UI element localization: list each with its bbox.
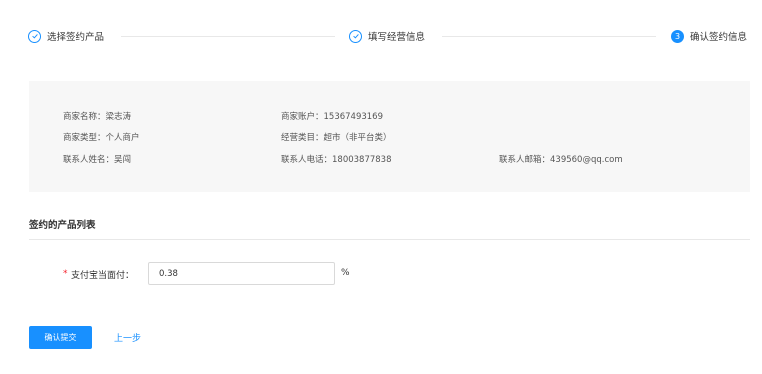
merchant-account: 商家账户：15367493169 — [281, 112, 384, 122]
required-mark: * — [63, 269, 68, 279]
step-label: 填写经营信息 — [368, 32, 426, 43]
step-connector — [442, 36, 656, 37]
rate-unit: % — [341, 268, 350, 278]
step-label: 确认签约信息 — [690, 32, 748, 43]
step-connector — [121, 36, 335, 37]
step-label: 选择签约产品 — [47, 32, 105, 43]
contact-email: 联系人邮箱：439560@qq.com — [499, 155, 623, 165]
rate-input[interactable] — [148, 262, 335, 285]
steps-bar: 选择签约产品 填写经营信息 3 确认签约信息 — [0, 0, 762, 72]
business-category: 经营类目：超市（非平台类） — [281, 133, 392, 143]
confirm-submit-button[interactable]: 确认提交 — [29, 326, 92, 349]
section-title: 签约的产品列表 — [29, 220, 96, 231]
check-icon — [349, 29, 362, 43]
merchant-name: 商家名称：梁志涛 — [63, 112, 132, 122]
previous-step-link[interactable]: 上一步 — [114, 331, 141, 344]
contact-phone: 联系人电话：18003877838 — [281, 155, 392, 165]
merchant-type: 商家类型：个人商户 — [63, 133, 140, 143]
step-business-info: 填写经营信息 — [349, 28, 425, 44]
section-divider — [29, 239, 750, 240]
check-icon — [28, 29, 41, 43]
step-confirm-info: 3 确认签约信息 — [671, 28, 747, 44]
merchant-info-panel: 商家名称：梁志涛 商家账户：15367493169 商家类型：个人商户 经营类目… — [29, 81, 750, 192]
step-number-icon: 3 — [671, 29, 684, 43]
step-select-product: 选择签约产品 — [28, 28, 104, 44]
contact-name: 联系人姓名：吴闯 — [63, 155, 132, 165]
product-rate-row: * 支付宝当面付： % — [0, 262, 762, 286]
rate-label: 支付宝当面付： — [71, 271, 135, 281]
